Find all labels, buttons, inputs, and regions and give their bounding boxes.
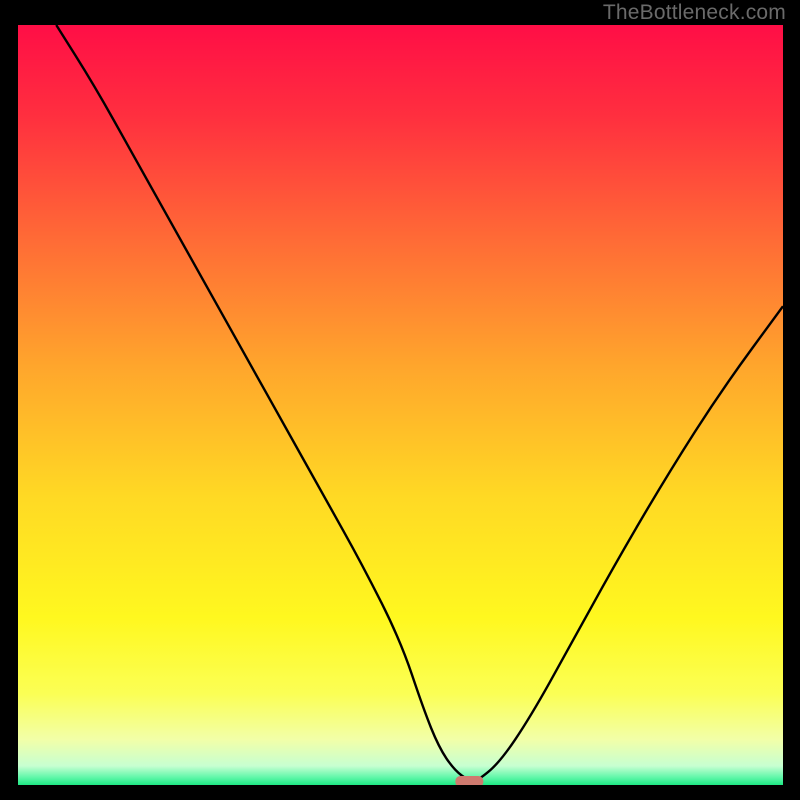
gradient-background — [18, 25, 783, 785]
chart-container: TheBottleneck.com — [0, 0, 800, 800]
optimal-marker — [455, 776, 483, 785]
watermark-text: TheBottleneck.com — [603, 1, 786, 25]
chart-svg — [18, 25, 783, 785]
plot-area — [18, 25, 783, 785]
